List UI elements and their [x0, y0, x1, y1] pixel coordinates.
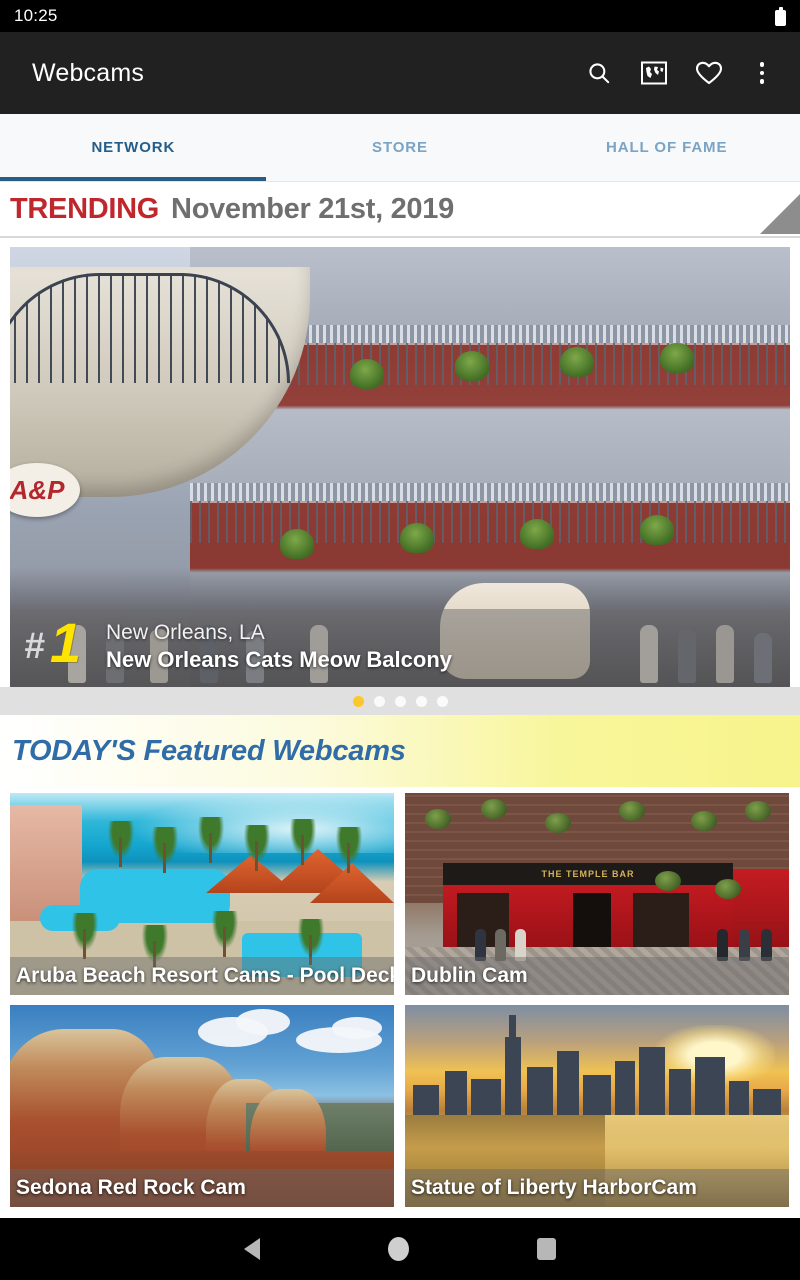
- temple-bar-sign: THE TEMPLE BAR: [541, 869, 635, 879]
- featured-card-grid: Aruba Beach Resort Cams - Pool Deck THE …: [0, 787, 800, 1207]
- nav-recents-button[interactable]: [537, 1238, 556, 1260]
- carousel-dots: [0, 687, 800, 715]
- corner-triangle-icon: [760, 194, 800, 234]
- card-caption: Dublin Cam: [405, 957, 789, 995]
- trending-header: TRENDING November 21st, 2019: [0, 182, 800, 238]
- carousel-dot-1[interactable]: [352, 695, 364, 707]
- trending-hero-card[interactable]: A&P # 1 New Orleans, LA New Orleans Cats…: [10, 247, 790, 687]
- carousel-dot-3[interactable]: [394, 695, 406, 707]
- carousel-dot-5[interactable]: [436, 695, 448, 707]
- webcam-card-sedona[interactable]: Sedona Red Rock Cam: [10, 1005, 394, 1207]
- card-caption: Aruba Beach Resort Cams - Pool Deck: [10, 957, 394, 995]
- rank-hash: #: [24, 625, 45, 666]
- nav-back-button[interactable]: [244, 1238, 260, 1260]
- tab-active-indicator: [0, 177, 266, 181]
- carousel-dot-2[interactable]: [373, 695, 385, 707]
- tab-hall-of-fame[interactable]: HALL OF FAME: [533, 114, 800, 181]
- trending-label: TRENDING: [10, 192, 160, 225]
- webcam-card-aruba[interactable]: Aruba Beach Resort Cams - Pool Deck: [10, 793, 394, 995]
- overflow-menu-icon[interactable]: [749, 58, 775, 88]
- trending-hero-wrap: A&P # 1 New Orleans, LA New Orleans Cats…: [0, 238, 800, 687]
- featured-section-header: TODAY'S Featured Webcams: [0, 715, 800, 787]
- rank-number: 1: [50, 611, 82, 674]
- nav-home-button[interactable]: [388, 1237, 409, 1261]
- battery-icon: [775, 6, 786, 26]
- status-clock: 10:25: [14, 6, 58, 25]
- status-bar: 10:25: [0, 0, 800, 32]
- card-caption: Sedona Red Rock Cam: [10, 1169, 394, 1207]
- page-title: Webcams: [32, 58, 145, 87]
- trending-date: November 21st, 2019: [171, 192, 454, 225]
- app-bar-actions: [584, 58, 780, 88]
- webcam-card-dublin[interactable]: THE TEMPLE BAR Dublin Cam: [405, 793, 789, 995]
- tab-network[interactable]: NETWORK: [0, 114, 267, 181]
- android-nav-bar: [0, 1218, 800, 1280]
- heart-icon[interactable]: [694, 58, 724, 88]
- hero-city: New Orleans, LA: [106, 621, 265, 645]
- search-icon[interactable]: [584, 58, 614, 88]
- carousel-dot-4[interactable]: [415, 695, 427, 707]
- rank-badge: # 1: [24, 613, 104, 683]
- card-caption: Statue of Liberty HarborCam: [405, 1169, 789, 1207]
- tab-store[interactable]: STORE: [267, 114, 534, 181]
- hero-title: New Orleans Cats Meow Balcony: [106, 647, 452, 673]
- app-bar: Webcams: [0, 32, 800, 114]
- tab-bar: NETWORK STORE HALL OF FAME: [0, 114, 800, 182]
- world-map-icon[interactable]: [639, 58, 669, 88]
- hero-caption: # 1 New Orleans, LA New Orleans Cats Meo…: [10, 609, 790, 687]
- webcam-card-statue-of-liberty[interactable]: Statue of Liberty HarborCam: [405, 1005, 789, 1207]
- featured-heading: TODAY'S Featured Webcams: [12, 734, 406, 767]
